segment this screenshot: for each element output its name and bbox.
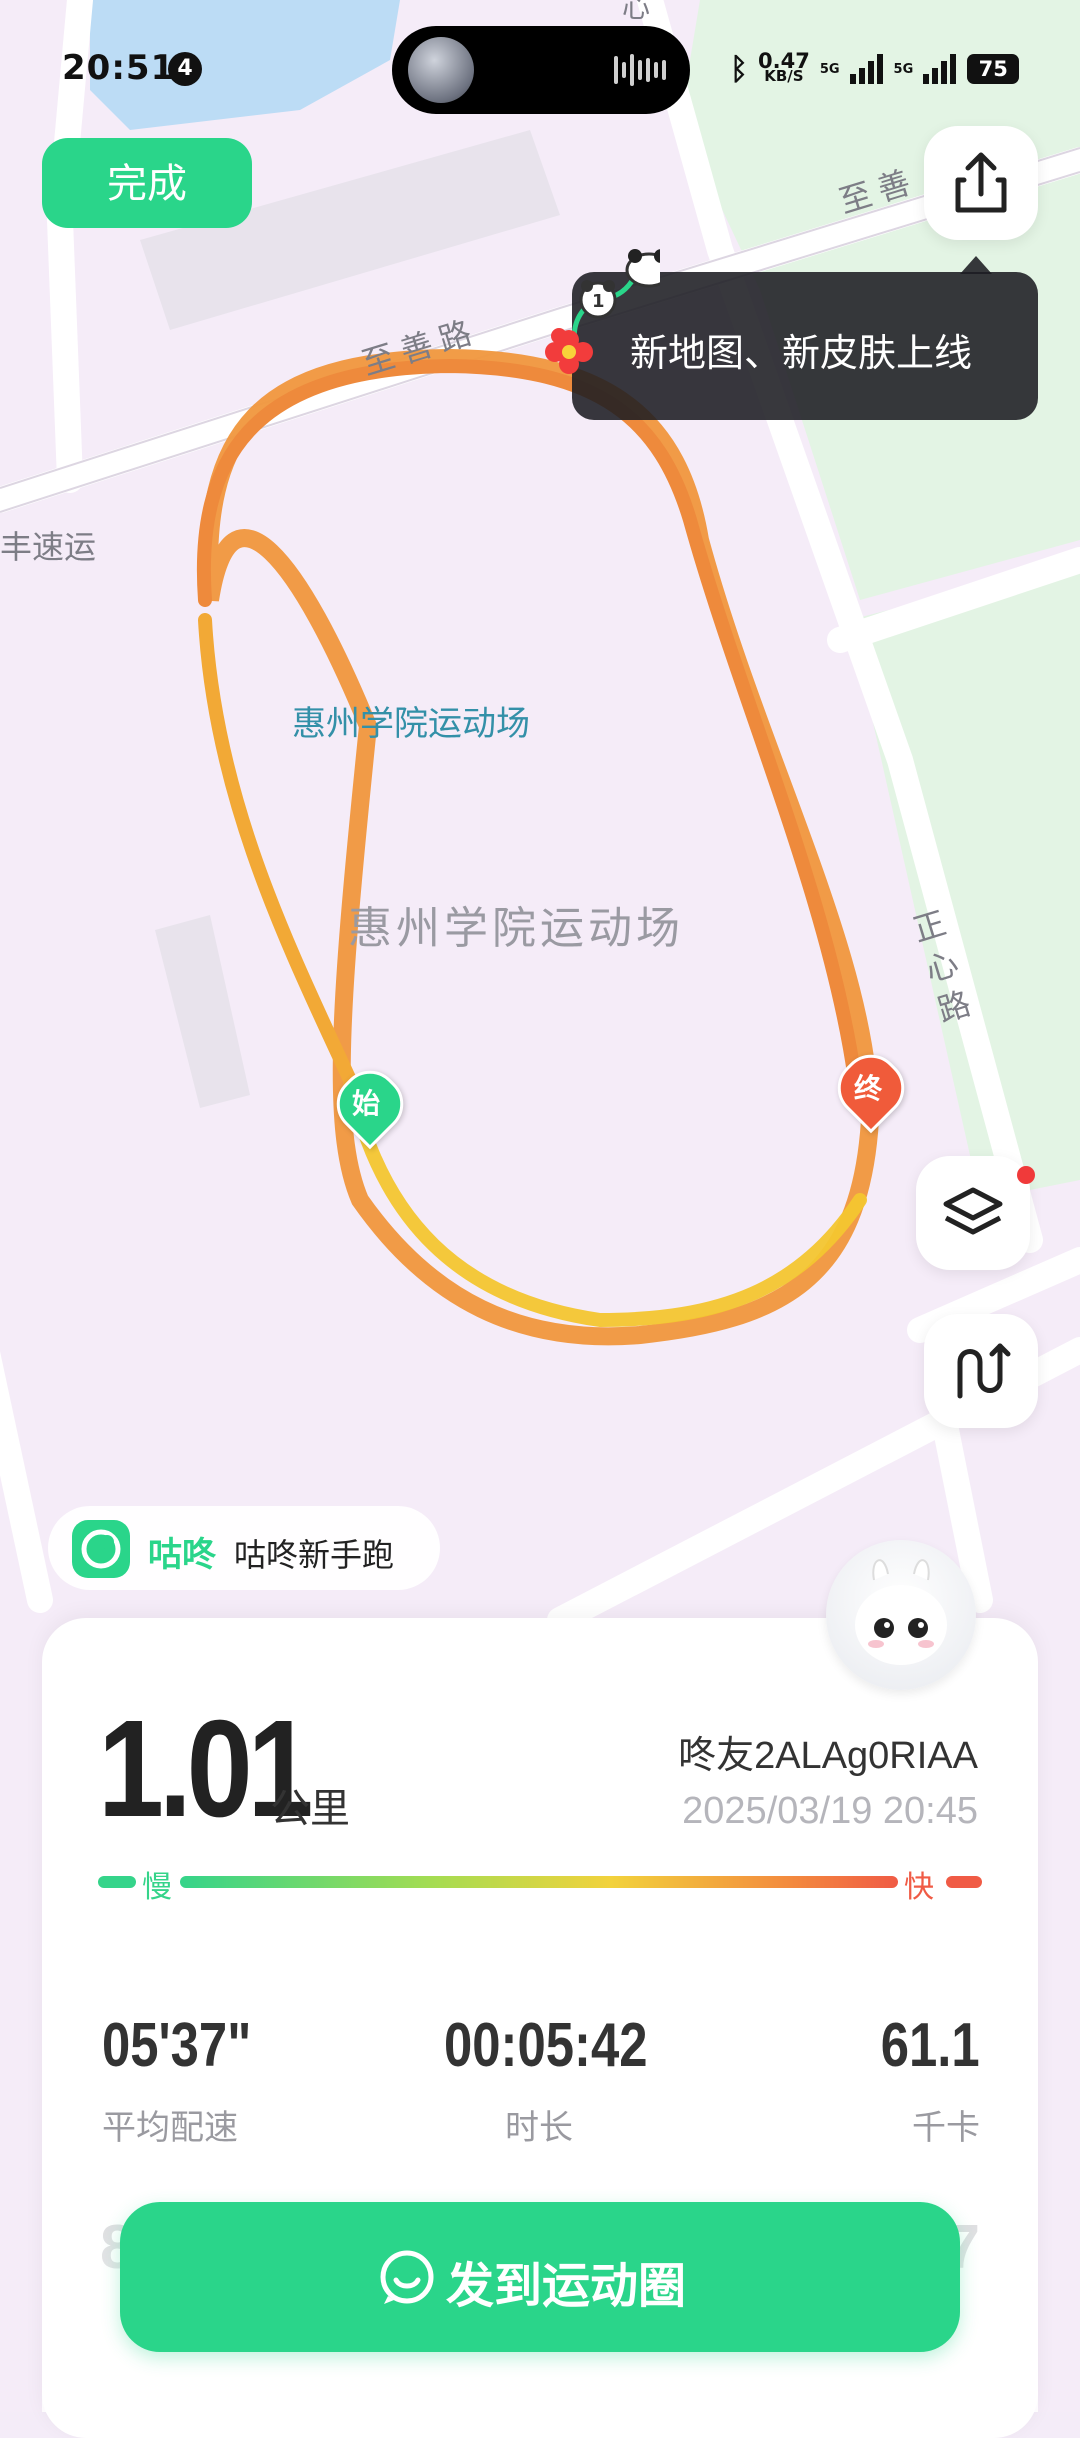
end-marker-label: 终 [854, 1072, 883, 1105]
pace-slow-label: 慢 [142, 1870, 172, 1905]
new-indicator-dot [1017, 1166, 1035, 1184]
audio-wave-icon [614, 54, 666, 86]
distance-unit: 公里 [270, 1786, 350, 1832]
start-marker-label: 始 [352, 1087, 381, 1120]
poi-label-stadium: 惠州学院运动场 [292, 704, 530, 744]
stat-avg-pace-label: 平均配速 [102, 2108, 238, 2148]
pace-gradient-bar [180, 1876, 898, 1888]
notification-count-badge: 4 [168, 52, 202, 86]
status-time: 20:51 [62, 48, 176, 88]
stat-duration-label: 时长 [505, 2108, 573, 2148]
post-to-feed-label: 发到运动圈 [446, 2258, 687, 2314]
chat-smile-icon [380, 2250, 434, 2304]
system-indicators: ᛒ 0.47 KB/S 5G 5G 75 [730, 44, 1020, 94]
signal-5g-label-2: 5G [893, 61, 914, 77]
poi-label-stadium-area: 惠州学院运动场 [348, 903, 684, 954]
bluetooth-icon: ᛒ [730, 51, 748, 87]
layers-icon [943, 1187, 1003, 1235]
stat-calories-value: 61.1 [881, 2011, 980, 2080]
run-date: 2025/03/19 20:45 [682, 1790, 978, 1832]
codoon-logo-icon [72, 1520, 130, 1578]
pace-legend-fast-segment [946, 1876, 982, 1888]
share-button[interactable] [924, 126, 1038, 240]
network-speed: 0.47 KB/S [758, 49, 810, 85]
tooltip-text: 新地图、新皮肤上线 [630, 331, 973, 375]
map-layers-button[interactable] [916, 1156, 1030, 1270]
stat-avg-pace-value: 05'37" [102, 2011, 252, 2080]
media-artwork-icon [408, 37, 474, 103]
stat-calories-label: 千卡 [912, 2108, 980, 2148]
pace-legend-slow-segment [98, 1876, 136, 1888]
pace-fast-label: 快 [904, 1870, 934, 1905]
road-label-left: 丰速运 [0, 528, 97, 566]
done-button[interactable]: 完成 [42, 138, 252, 228]
mascot-avatar[interactable] [826, 1540, 976, 1690]
stat-duration-value: 00:05:42 [444, 2011, 648, 2080]
signal-strength-icon [849, 54, 883, 84]
route-style-button[interactable] [924, 1314, 1038, 1428]
route-icon [957, 1343, 1011, 1399]
brand-subtitle: 咕咚新手跑 [234, 1536, 395, 1574]
battery-icon: 75 [967, 54, 1020, 84]
brand-name: 咕咚 [148, 1535, 216, 1575]
user-name: 咚友2ALAg0RIAA [678, 1735, 978, 1777]
signal-strength-icon-2 [923, 54, 957, 84]
signal-5g-label: 5G [819, 61, 840, 77]
share-icon [955, 152, 1007, 213]
status-bar: 20:51 4 ᛒ 0.47 KB/S 5G 5G 75 [0, 0, 1080, 140]
svg-text:1: 1 [592, 291, 605, 312]
